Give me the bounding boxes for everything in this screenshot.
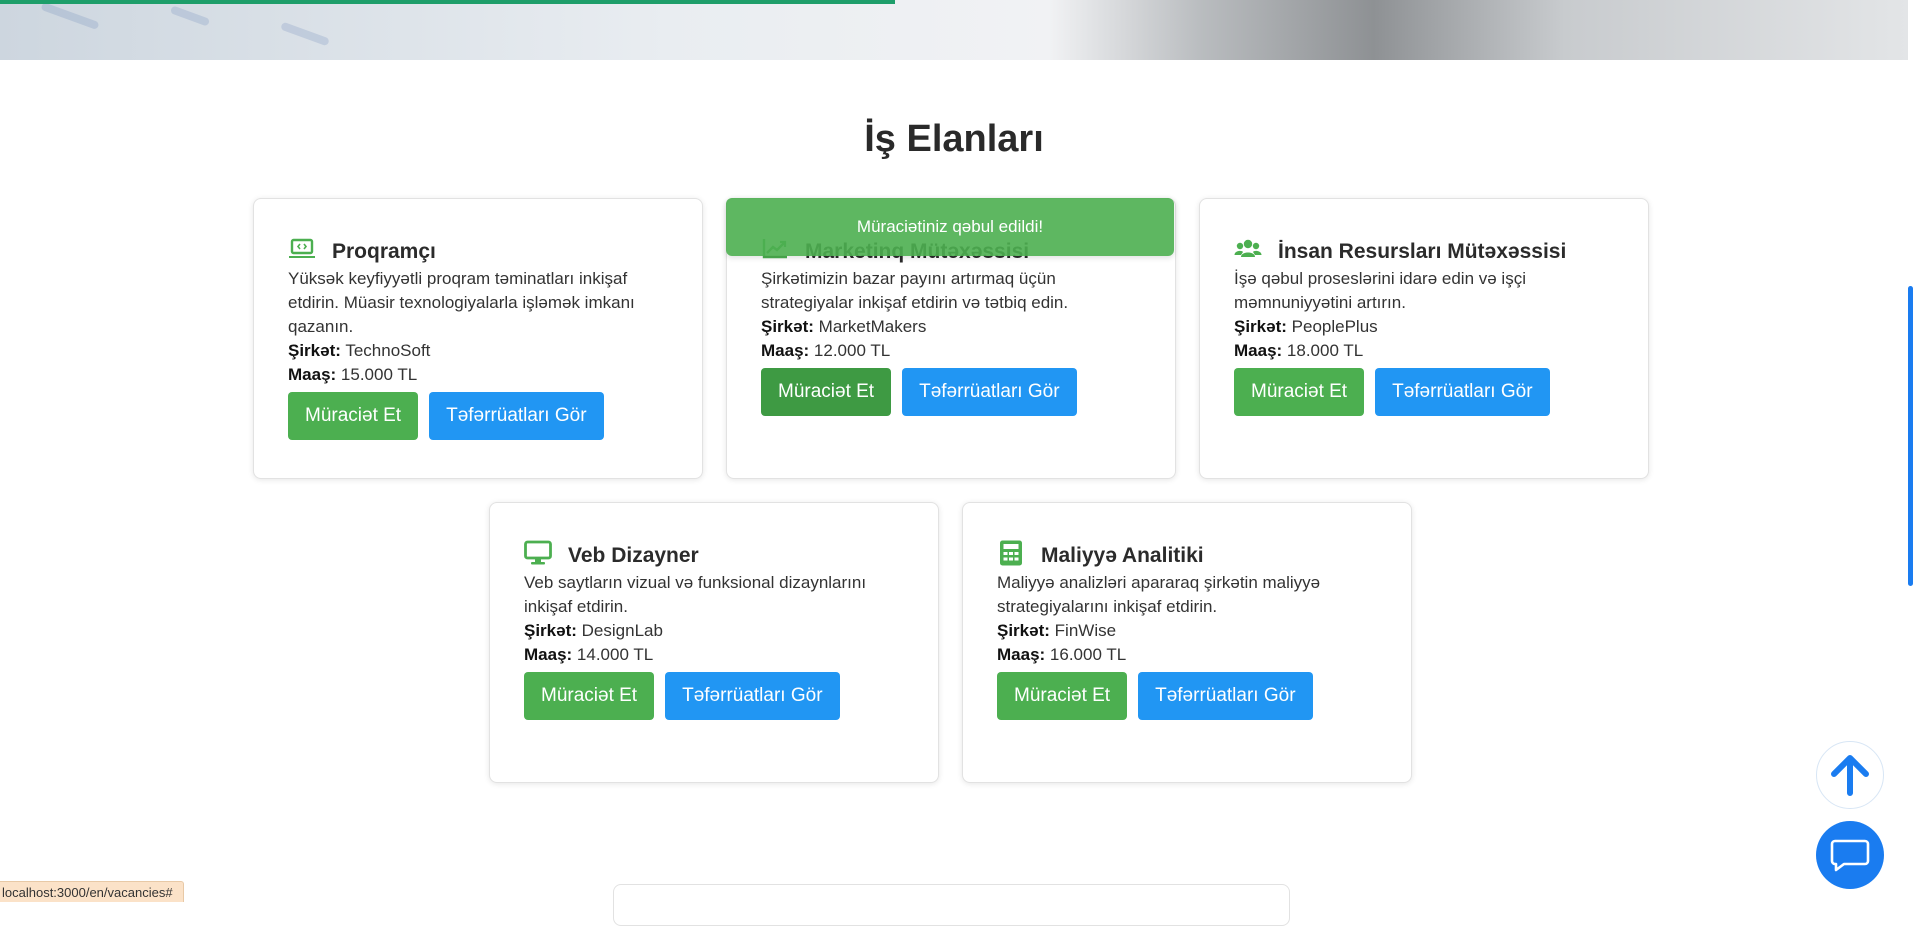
job-salary: Maaş: 12.000 TL — [761, 339, 1141, 363]
apply-button[interactable]: Müraciət Et — [288, 392, 418, 440]
apply-button[interactable]: Müraciət Et — [524, 672, 654, 720]
status-bar-url: localhost:3000/en/vacancies# — [0, 881, 184, 902]
hero-decoration — [40, 2, 99, 30]
job-salary: Maaş: 16.000 TL — [997, 643, 1377, 667]
job-description: Veb saytların vizual və funksional dizay… — [524, 571, 904, 619]
scrollbar-thumb[interactable] — [1908, 286, 1913, 586]
job-card-financial-analyst: Maliyyə Analitiki Maliyyə analizləri apa… — [962, 502, 1412, 783]
salary-value: 18.000 TL — [1287, 341, 1363, 360]
job-company: Şirkət: FinWise — [997, 619, 1377, 643]
users-icon — [1234, 235, 1262, 263]
salary-value: 14.000 TL — [577, 645, 653, 664]
arrow-up-icon — [1828, 753, 1872, 797]
job-title: Veb Dizayner — [568, 544, 699, 568]
apply-button[interactable]: Müraciət Et — [761, 368, 891, 416]
job-description: İşə qəbul proseslərini idarə edin və işç… — [1234, 267, 1614, 315]
job-title: Proqramçı — [332, 240, 436, 264]
chat-icon — [1830, 837, 1870, 873]
calculator-icon — [997, 539, 1025, 567]
company-label: Şirkət: — [1234, 317, 1287, 336]
salary-value: 12.000 TL — [814, 341, 890, 360]
laptop-code-icon — [288, 235, 316, 263]
job-description: Yüksək keyfiyyətli proqram təminatları i… — [288, 267, 668, 339]
company-label: Şirkət: — [288, 341, 341, 360]
job-company: Şirkət: DesignLab — [524, 619, 904, 643]
scroll-to-top-button[interactable] — [1816, 741, 1884, 809]
salary-label: Maaş: — [288, 365, 336, 384]
job-salary: Maaş: 15.000 TL — [288, 363, 668, 387]
company-value: MarketMakers — [819, 317, 927, 336]
salary-label: Maaş: — [761, 341, 809, 360]
company-label: Şirkət: — [997, 621, 1050, 640]
job-company: Şirkət: TechnoSoft — [288, 339, 668, 363]
success-toast[interactable]: Müraciətiniz qəbul edildi! — [726, 198, 1174, 256]
desktop-icon — [524, 539, 552, 567]
job-title: İnsan Resursları Mütəxəssisi — [1278, 240, 1566, 264]
next-section-card — [613, 884, 1290, 926]
view-details-button[interactable]: Təfərrüatları Gör — [1138, 672, 1312, 720]
company-value: DesignLab — [582, 621, 663, 640]
job-salary: Maaş: 14.000 TL — [524, 643, 904, 667]
chat-button[interactable] — [1816, 821, 1884, 889]
section-title: İş Elanları — [0, 118, 1908, 161]
company-value: PeoplePlus — [1292, 317, 1378, 336]
company-value: FinWise — [1055, 621, 1116, 640]
hero-decoration — [280, 22, 330, 47]
apply-button[interactable]: Müraciət Et — [1234, 368, 1364, 416]
salary-label: Maaş: — [997, 645, 1045, 664]
company-label: Şirkət: — [761, 317, 814, 336]
job-card-web-designer: Veb Dizayner Veb saytların vizual və fun… — [489, 502, 939, 783]
job-company: Şirkət: MarketMakers — [761, 315, 1141, 339]
view-details-button[interactable]: Təfərrüatları Gör — [1375, 368, 1549, 416]
company-label: Şirkət: — [524, 621, 577, 640]
hero-banner — [0, 0, 1908, 60]
job-description: Maliyyə analizləri apararaq şirkətin mal… — [997, 571, 1377, 619]
hero-progress-line — [0, 0, 895, 4]
salary-value: 15.000 TL — [341, 365, 417, 384]
job-card-programmer: Proqramçı Yüksək keyfiyyətli proqram təm… — [253, 198, 703, 479]
view-details-button[interactable]: Təfərrüatları Gör — [429, 392, 603, 440]
salary-label: Maaş: — [524, 645, 572, 664]
job-description: Şirkətimizin bazar payını artırmaq üçün … — [761, 267, 1141, 315]
company-value: TechnoSoft — [345, 341, 430, 360]
salary-value: 16.000 TL — [1050, 645, 1126, 664]
apply-button[interactable]: Müraciət Et — [997, 672, 1127, 720]
job-card-hr: İnsan Resursları Mütəxəssisi İşə qəbul p… — [1199, 198, 1649, 479]
view-details-button[interactable]: Təfərrüatları Gör — [902, 368, 1076, 416]
job-company: Şirkət: PeoplePlus — [1234, 315, 1614, 339]
salary-label: Maaş: — [1234, 341, 1282, 360]
job-salary: Maaş: 18.000 TL — [1234, 339, 1614, 363]
job-title: Maliyyə Analitiki — [1041, 544, 1204, 568]
view-details-button[interactable]: Təfərrüatları Gör — [665, 672, 839, 720]
hero-decoration — [170, 5, 210, 26]
